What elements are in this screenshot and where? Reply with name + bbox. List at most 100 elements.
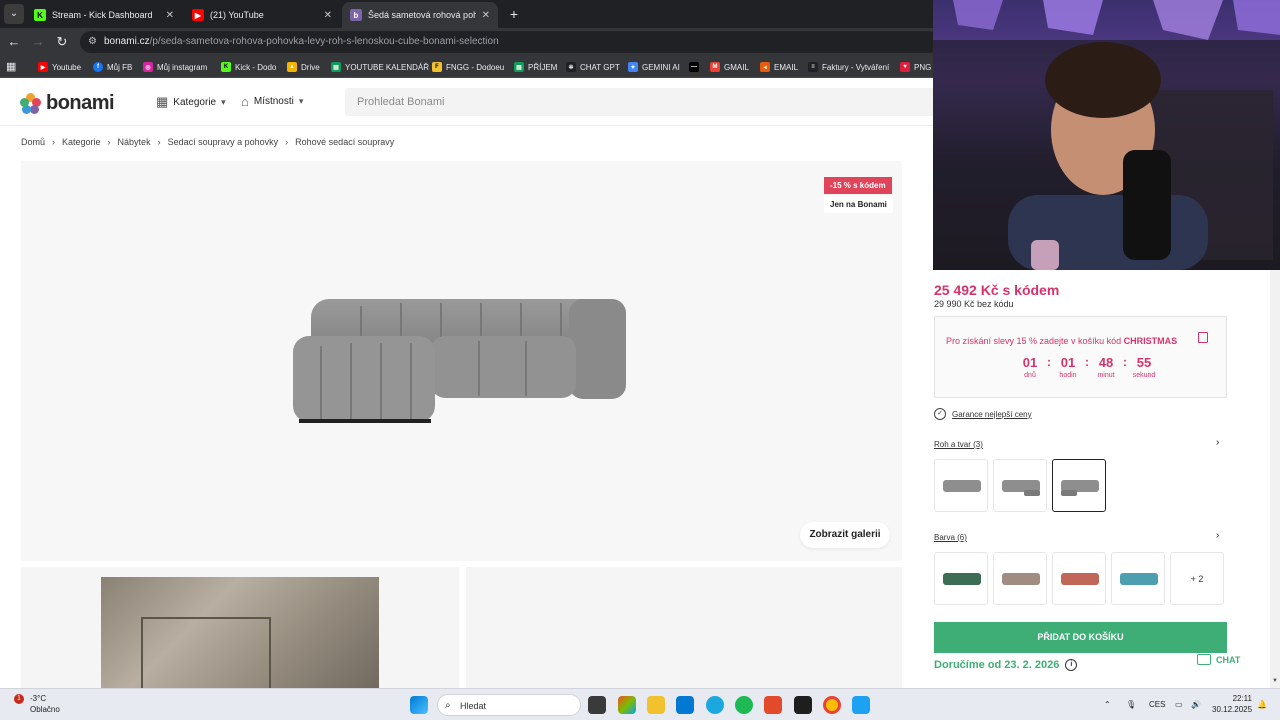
color-option-beige[interactable] [993,552,1047,605]
bonami-logo[interactable]: bonami [20,92,115,115]
obs-icon[interactable] [764,696,782,714]
promo-code: CHRISTMAS [1123,336,1178,346]
bookmark-fngg[interactable]: F FNGG - Dodoeu [432,59,504,75]
tab-kick-dashboard[interactable]: K Stream - Kick Dashboard ✕ [26,2,182,28]
clock[interactable]: 22:11 30.12.2025 [1212,693,1252,715]
shape-option-2[interactable] [993,459,1047,512]
breadcrumb: Domů › Kategorie › Nábytek › Sedací souprav… [21,137,394,147]
breadcrumb-home[interactable]: Domů [21,137,45,147]
scroll-down-icon[interactable]: ▼ [1271,678,1279,688]
product-photo-room[interactable] [21,567,459,688]
chevron-up-icon[interactable]: ⌃ [1104,700,1111,709]
site-info-icon[interactable]: ⚙ [88,31,97,53]
chat-button[interactable]: CHAT [1197,654,1240,665]
bookmarks-bar: ▦ ▶ Youtube f Můj FB ◎ Můj instagram K Kick … [0,56,933,78]
close-icon[interactable]: ✕ [482,10,490,21]
edge-icon[interactable] [706,696,724,714]
tab-youtube[interactable]: ▶ (21) YouTube ✕ [184,2,340,28]
shape-options-label[interactable]: Roh a tvar (3) [934,440,983,449]
back-icon[interactable]: ← [4,32,24,52]
color-option-more[interactable]: + 2 [1170,552,1224,605]
spotify-icon[interactable] [735,696,753,714]
breadcrumb-corner-sofas[interactable]: Rohové sedací soupravy [295,137,394,147]
shape-option-3-selected[interactable] [1052,459,1106,512]
streamer-camera-image [933,0,1280,270]
color-option-terracotta[interactable] [1052,552,1106,605]
chevron-right-icon[interactable]: › [1216,437,1219,448]
bookmark-email[interactable]: ◂ EMAIL [760,59,798,75]
tab-search-menu-button[interactable]: ⌄ [4,4,24,24]
info-icon[interactable]: i [1065,659,1078,671]
network-icon[interactable]: ▭ [1175,700,1183,709]
chevron-down-icon: ▾ [298,96,304,106]
shape-option-1[interactable] [934,459,988,512]
bookmark-gemini[interactable]: ✦ GEMINI AI [628,59,680,75]
promo-code-text: Pro získání slevy 15 % zadejte v košíku … [946,336,1178,346]
bookmark-drive[interactable]: ▲ Drive [287,59,320,75]
site-header: bonami ▦ Kategorie ▾ ⌂ Místnosti ▾ Prohl… [0,78,933,126]
chevron-right-icon: › [285,137,289,147]
bookmark-prijem[interactable]: ▤ PŘÍJEM [514,59,557,75]
bookmark-youtube-calendar[interactable]: ▤ YOUTUBE KALENDÁŘ [331,59,429,75]
sheets-icon: ▤ [331,62,341,72]
product-photo-secondary[interactable] [466,567,902,688]
grid-icon: ▦ [156,94,169,109]
file-explorer-icon[interactable] [647,696,665,714]
color-option-teal[interactable] [1111,552,1165,605]
terminal-icon[interactable] [794,696,812,714]
kick-icon: K [221,62,231,72]
bonami-favicon-icon: b [350,9,362,21]
bookmark-faktury[interactable]: ≡ Faktury - Vytváření [808,59,889,75]
breadcrumb-furniture[interactable]: Nábytek [118,137,151,147]
bookmark-facebook[interactable]: f Můj FB [93,59,132,75]
outlook-icon[interactable] [676,696,694,714]
bookmark-instagram[interactable]: ◎ Můj instagram [143,59,207,75]
search-input[interactable]: Prohledat Bonami [345,88,933,116]
new-tab-button[interactable]: + [504,4,524,24]
bookmark-youtube[interactable]: ▶ Youtube [38,59,81,75]
drive-icon: ▲ [287,62,297,72]
close-icon[interactable]: ✕ [324,10,332,21]
youtube-favicon-icon: ▶ [192,9,204,21]
volume-icon[interactable]: 🔊 [1191,700,1201,709]
language-indicator[interactable]: CES [1149,700,1165,709]
tab-bonami-product[interactable]: b Šedá sametová rohová pohovka ✕ [342,2,498,28]
breadcrumb-categories[interactable]: Kategorie [62,137,101,147]
close-icon[interactable]: ✕ [166,10,174,21]
color-options-label[interactable]: Barva (6) [934,533,967,542]
nav-categories[interactable]: ▦ Kategorie ▾ [156,94,226,110]
page-scrollbar[interactable]: ▼ [1270,270,1280,688]
weather-widget[interactable]: 1 -3°C Oblačno [14,693,60,715]
promo-code-box: Pro získání slevy 15 % zadejte v košíku … [934,316,1227,398]
nav-rooms[interactable]: ⌂ Místnosti ▾ [241,94,303,109]
chatgpt-icon: ✲ [566,62,576,72]
bookmark-chatgpt[interactable]: ✲ CHAT GPT [566,59,620,75]
wall-photo [101,577,379,688]
product-main-image[interactable]: -15 % s kódem Jen na Bonami Zobrazit gal… [21,161,902,561]
house-icon: ⌂ [241,94,249,109]
taskbar-search[interactable]: ⌕ Hledat [437,694,581,716]
best-price-guarantee-link[interactable]: ✓ Garance nejlepší ceny [934,408,1032,420]
chevron-right-icon[interactable]: › [1216,530,1219,541]
breadcrumb-sofas[interactable]: Sedací soupravy a pohovky [168,137,279,147]
task-view-icon[interactable] [588,696,606,714]
chat-icon [1197,654,1211,665]
app-icon[interactable] [852,696,870,714]
color-option-green[interactable] [934,552,988,605]
bookmark-kick[interactable]: K Kick - Dodo [221,59,276,75]
copilot-icon[interactable] [618,696,636,714]
microphone-icon[interactable]: 🎙 [1126,700,1136,709]
show-gallery-button[interactable]: Zobrazit galerii [800,522,890,548]
copy-icon[interactable] [1198,332,1208,343]
bookmark-png[interactable]: ♥ PNG [900,59,931,75]
chrome-icon[interactable] [823,696,841,714]
apps-grid-icon[interactable]: ▦ [6,60,20,74]
address-bar[interactable]: ⚙ bonami.cz/p/seda-sametova-rohova-pohov… [80,31,940,53]
reload-icon[interactable]: ↻ [52,32,72,52]
add-to-cart-button[interactable]: PŘIDAT DO KOŠÍKU [934,622,1227,653]
bookmark-unnamed[interactable]: — [689,59,703,75]
forward-icon[interactable]: → [28,32,48,52]
notifications-icon[interactable]: 🔔 [1257,700,1267,709]
windows-start-icon[interactable] [410,696,428,714]
bookmark-gmail[interactable]: M GMAIL [710,59,749,75]
